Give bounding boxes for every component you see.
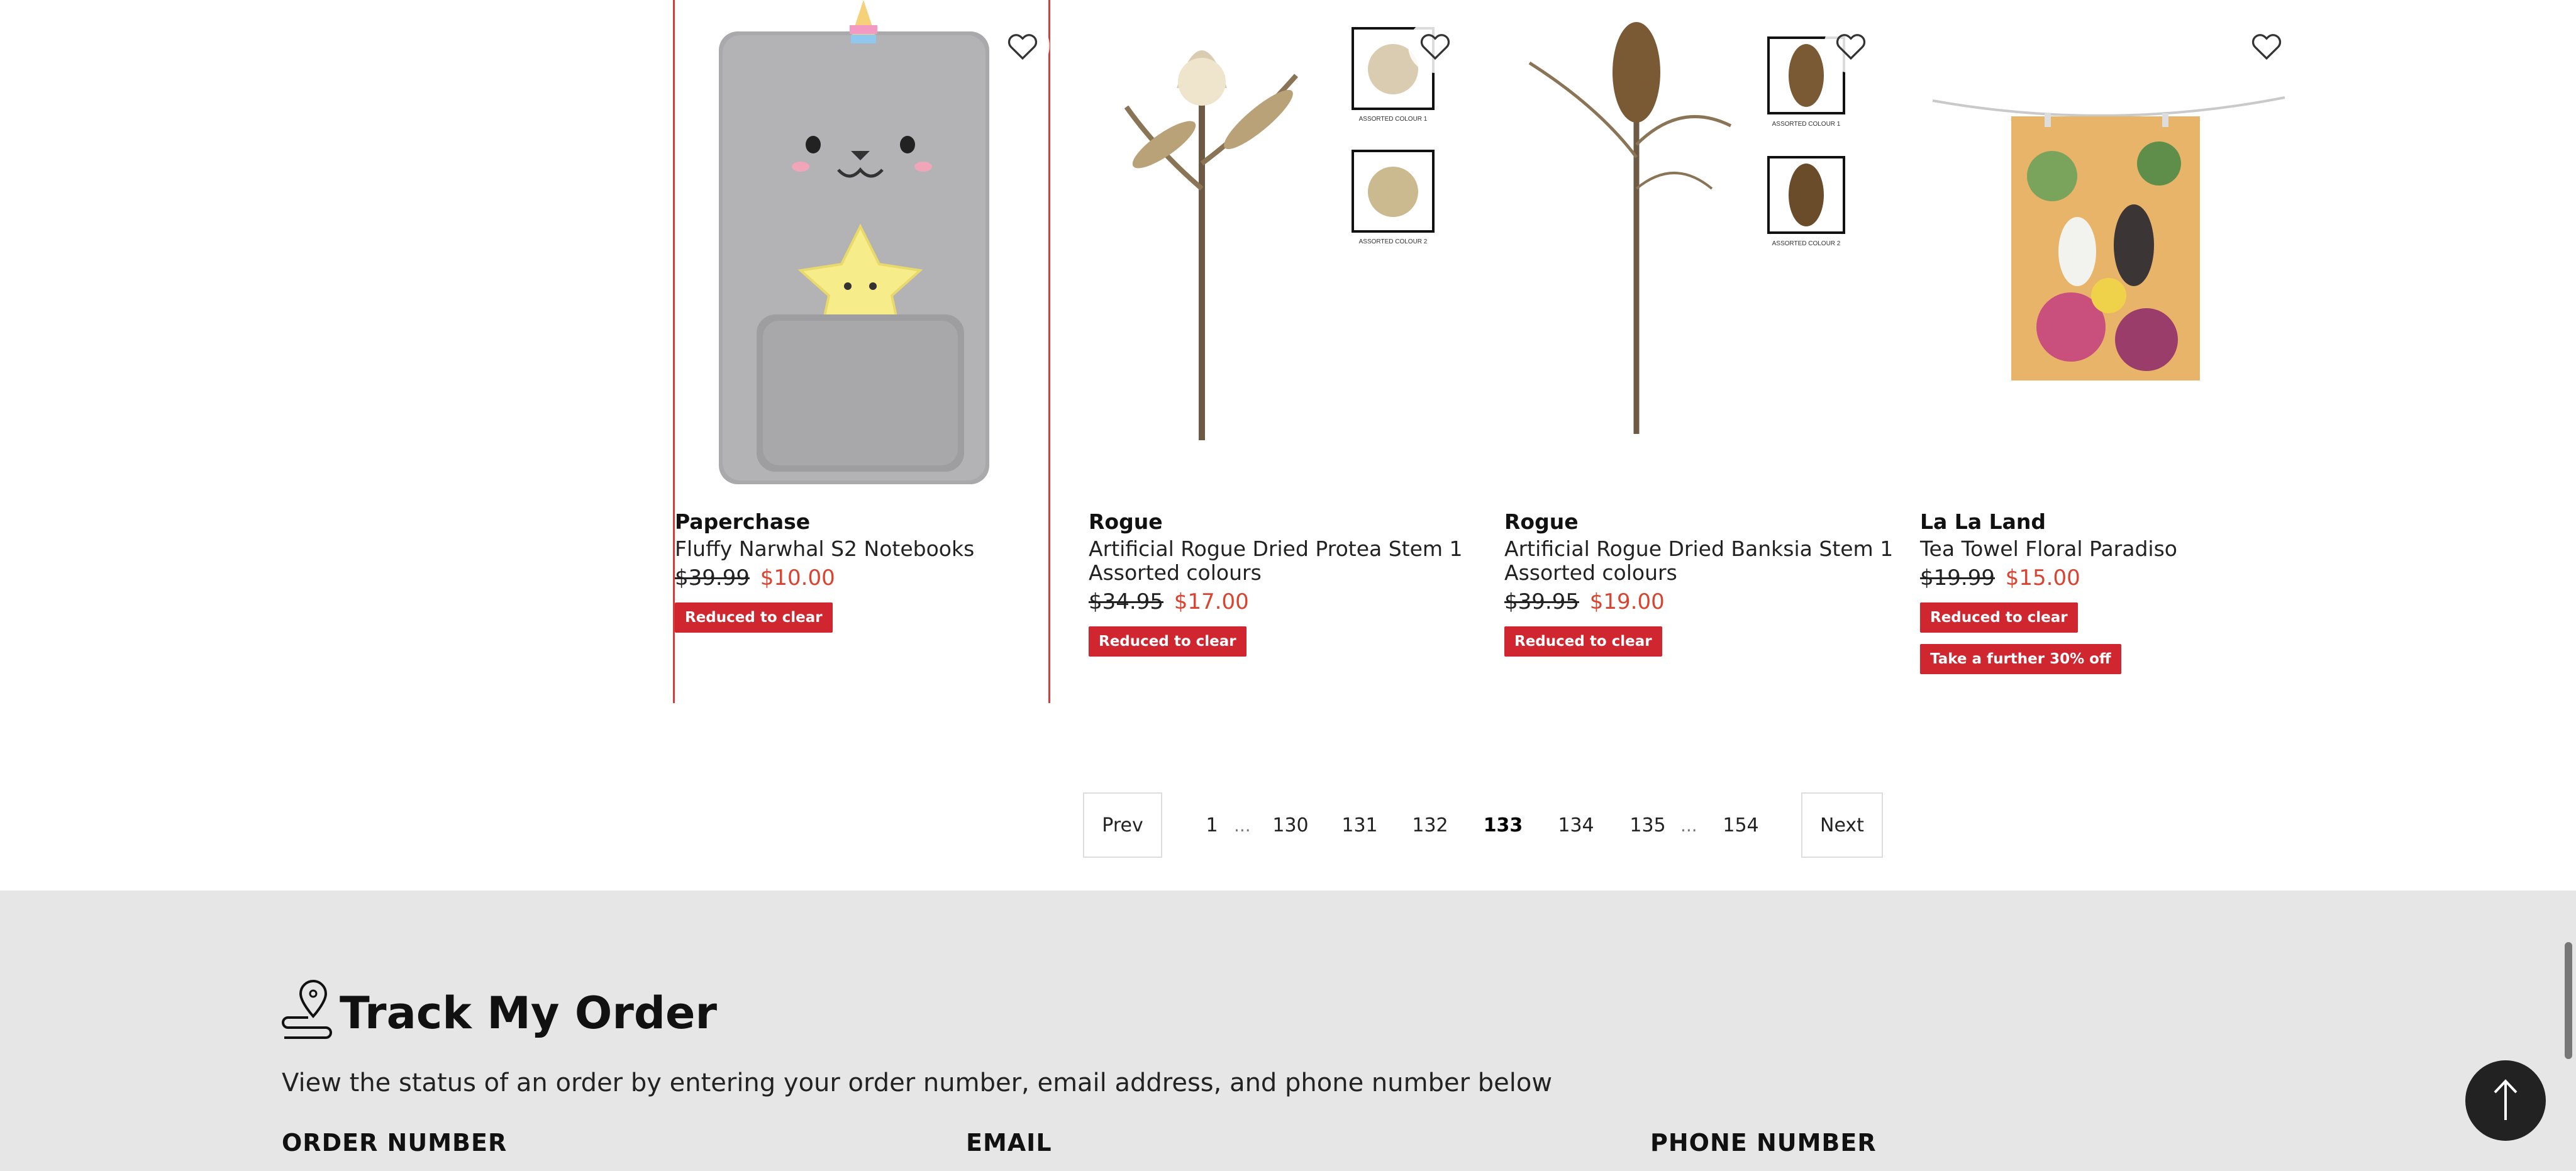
wishlist-heart-icon[interactable]	[1824, 19, 1878, 73]
product-brand[interactable]: Paperchase	[675, 508, 1065, 536]
product-price: $34.95 $17.00	[1089, 586, 1479, 618]
page: Paperchase Fluffy Narwhal S2 Notebooks $…	[0, 0, 2576, 1171]
product-info: Rogue Artificial Rogue Dried Banksia Ste…	[1504, 508, 1894, 668]
pagination-ellipsis: ...	[1234, 814, 1251, 836]
page-link-134[interactable]: 134	[1551, 792, 1601, 858]
product-price: $39.95 $19.00	[1504, 586, 1894, 618]
product-title[interactable]: Artificial Rogue Dried Protea Stem 1 Ass…	[1089, 537, 1479, 585]
was-price: $39.99	[675, 565, 750, 591]
page-link-1[interactable]: 1	[1196, 792, 1228, 858]
back-to-top-button[interactable]	[2465, 1060, 2546, 1141]
product-brand[interactable]: La La Land	[1920, 508, 2310, 536]
sale-price: $15.00	[2005, 565, 2080, 591]
product-grid: Paperchase Fluffy Narwhal S2 Notebooks $…	[673, 0, 2327, 704]
product-title[interactable]: Tea Towel Floral Paradiso	[1920, 537, 2310, 561]
swatch-label: ASSORTED COLOUR 1	[1772, 121, 1841, 128]
pagination-ellipsis: ...	[1680, 814, 1697, 836]
product-card[interactable]: ASSORTED COLOUR 1 ASSORTED COLOUR 2 Rogu…	[1504, 0, 1893, 703]
sale-price: $19.00	[1589, 589, 1665, 614]
product-badges: Reduced to clear Take a further 30% off	[1920, 602, 2310, 685]
prev-page-button[interactable]: Prev	[1083, 792, 1162, 858]
page-link-130[interactable]: 130	[1265, 792, 1316, 858]
track-order-title: Track My Order	[340, 987, 718, 1039]
product-badges: Reduced to clear	[1089, 626, 1479, 668]
sale-price: $10.00	[760, 565, 835, 591]
page-link-133-current[interactable]: 133	[1478, 792, 1528, 858]
product-title[interactable]: Fluffy Narwhal S2 Notebooks	[675, 537, 1065, 561]
wishlist-heart-icon[interactable]	[996, 19, 1050, 73]
page-scrollbar[interactable]	[2565, 942, 2572, 1059]
sale-badge: Reduced to clear	[1504, 626, 1662, 657]
product-card[interactable]: Paperchase Fluffy Narwhal S2 Notebooks $…	[673, 0, 1050, 703]
wishlist-heart-icon[interactable]	[2240, 19, 2294, 73]
was-price: $39.95	[1504, 589, 1579, 614]
promo-badge: Take a further 30% off	[1920, 644, 2121, 674]
swatch-label: ASSORTED COLOUR 1	[1359, 116, 1428, 123]
page-link-135[interactable]: 135	[1623, 792, 1673, 858]
product-title[interactable]: Artificial Rogue Dried Banksia Stem 1 As…	[1504, 537, 1894, 585]
sale-badge: Reduced to clear	[1920, 602, 2078, 633]
product-card[interactable]: ASSORTED COLOUR 1 ASSORTED COLOUR 2 Rogu…	[1089, 0, 1466, 703]
order-number-label: ORDER NUMBER	[282, 1129, 508, 1157]
sale-badge: Reduced to clear	[675, 602, 833, 633]
product-info: Paperchase Fluffy Narwhal S2 Notebooks $…	[675, 508, 1065, 644]
location-pin-icon	[282, 979, 332, 1039]
phone-number-label: PHONE NUMBER	[1650, 1129, 1877, 1157]
product-image-floral-tea-towel[interactable]	[1920, 0, 2297, 497]
email-label: EMAIL	[966, 1129, 1052, 1157]
track-order-description: View the status of an order by entering …	[282, 1068, 1553, 1097]
product-image-narwhal-notebook[interactable]	[675, 0, 1052, 497]
product-price: $19.99 $15.00	[1920, 562, 2310, 594]
was-price: $34.95	[1089, 589, 1163, 614]
product-brand[interactable]: Rogue	[1089, 508, 1479, 536]
swatch-label: ASSORTED COLOUR 2	[1772, 240, 1841, 247]
sale-badge: Reduced to clear	[1089, 626, 1246, 657]
was-price: $19.99	[1920, 565, 1995, 591]
page-link-154[interactable]: 154	[1716, 792, 1766, 858]
product-image-banksia-stem[interactable]: ASSORTED COLOUR 1 ASSORTED COLOUR 2	[1504, 0, 1882, 497]
product-price: $39.99 $10.00	[675, 562, 1065, 594]
product-brand[interactable]: Rogue	[1504, 508, 1894, 536]
sale-price: $17.00	[1174, 589, 1249, 614]
product-info: La La Land Tea Towel Floral Paradiso $19…	[1920, 508, 2310, 685]
swatch-label: ASSORTED COLOUR 2	[1359, 238, 1428, 245]
product-info: Rogue Artificial Rogue Dried Protea Stem…	[1089, 508, 1479, 668]
product-badges: Reduced to clear	[1504, 626, 1894, 668]
page-link-132[interactable]: 132	[1405, 792, 1455, 858]
next-page-button[interactable]: Next	[1801, 792, 1883, 858]
product-image-protea-stem[interactable]: ASSORTED COLOUR 1 ASSORTED COLOUR 2	[1089, 0, 1466, 497]
wishlist-heart-icon[interactable]	[1408, 19, 1462, 73]
pagination: Prev 1 ... 130 131 132 133 134 135 ... 1…	[1083, 792, 1883, 858]
page-link-131[interactable]: 131	[1335, 792, 1385, 858]
track-order-section: Track My Order View the status of an ord…	[0, 891, 2576, 1171]
product-card[interactable]: La La Land Tea Towel Floral Paradiso $19…	[1920, 0, 2297, 703]
arrow-up-icon	[2494, 1079, 2518, 1120]
product-badges: Reduced to clear	[675, 602, 1065, 644]
